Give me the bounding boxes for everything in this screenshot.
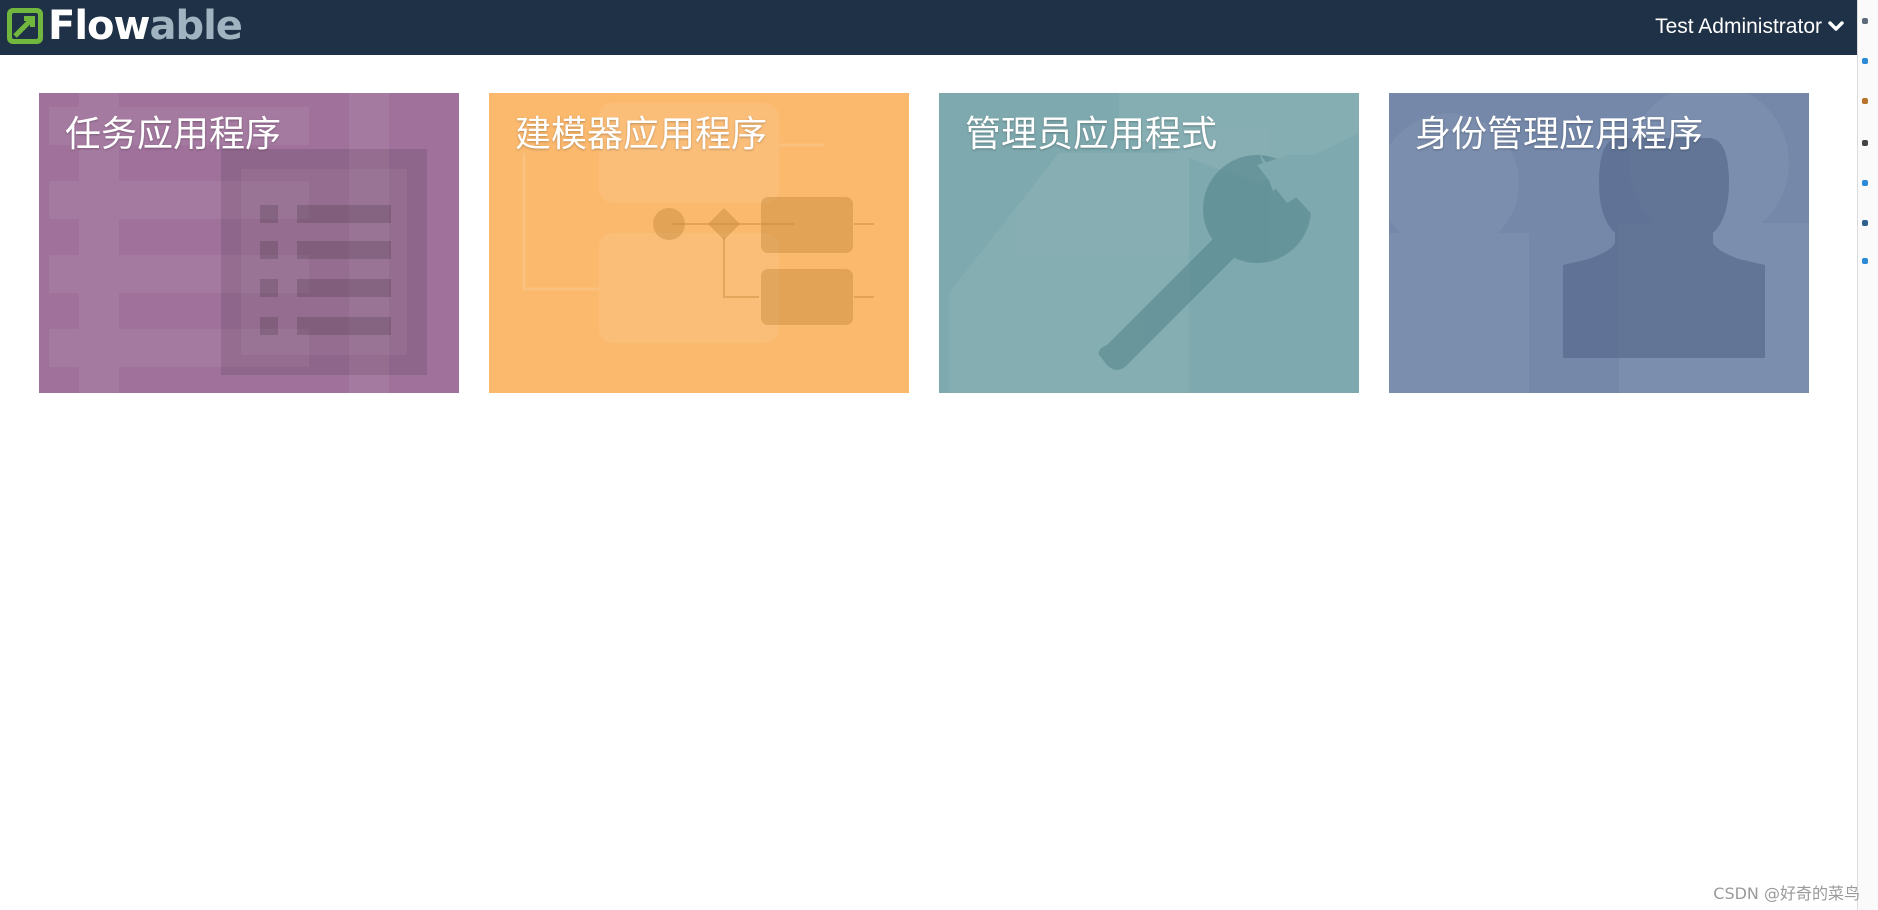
tile-modeler-app[interactable]: 建模器应用程序: [489, 93, 909, 393]
logo-wordmark: Flowable: [48, 3, 243, 49]
right-edge-strip: [1857, 0, 1878, 910]
top-navbar: Flowable Test Administrator: [0, 0, 1858, 55]
tile-admin-app[interactable]: 管理员应用程式: [939, 93, 1359, 393]
edge-glyph: [1862, 18, 1868, 24]
user-menu-dropdown[interactable]: Test Administrator: [1655, 12, 1844, 42]
edge-glyph: [1862, 58, 1868, 64]
edge-glyph: [1862, 98, 1868, 104]
edge-glyph: [1862, 220, 1868, 226]
chevron-down-icon: [1828, 21, 1844, 31]
tile-identity-app[interactable]: 身份管理应用程序: [1389, 93, 1809, 393]
user-name-label: Test Administrator: [1655, 15, 1822, 38]
page: Flowable Test Administrator 任务应用程序 建模器应用…: [0, 0, 1878, 910]
csdn-watermark: CSDN @好奇的菜鸟: [1713, 884, 1860, 903]
tile-title: 身份管理应用程序: [1415, 114, 1704, 155]
edge-glyph: [1862, 180, 1868, 186]
tile-title: 管理员应用程式: [965, 114, 1218, 155]
logo-wordmark-part1: Flow: [48, 3, 150, 49]
tile-title: 建模器应用程序: [515, 114, 768, 155]
flowable-logo-icon: [7, 8, 43, 44]
flowable-logo[interactable]: Flowable: [6, 3, 243, 49]
logo-wordmark-part2: able: [149, 3, 242, 49]
edge-glyph: [1862, 258, 1868, 264]
tile-title: 任务应用程序: [65, 114, 282, 155]
app-tiles: 任务应用程序 建模器应用程序 管理员应用程式 身份管理应用程序: [39, 93, 1811, 393]
tile-task-app[interactable]: 任务应用程序: [39, 93, 459, 393]
edge-glyph: [1862, 140, 1868, 146]
